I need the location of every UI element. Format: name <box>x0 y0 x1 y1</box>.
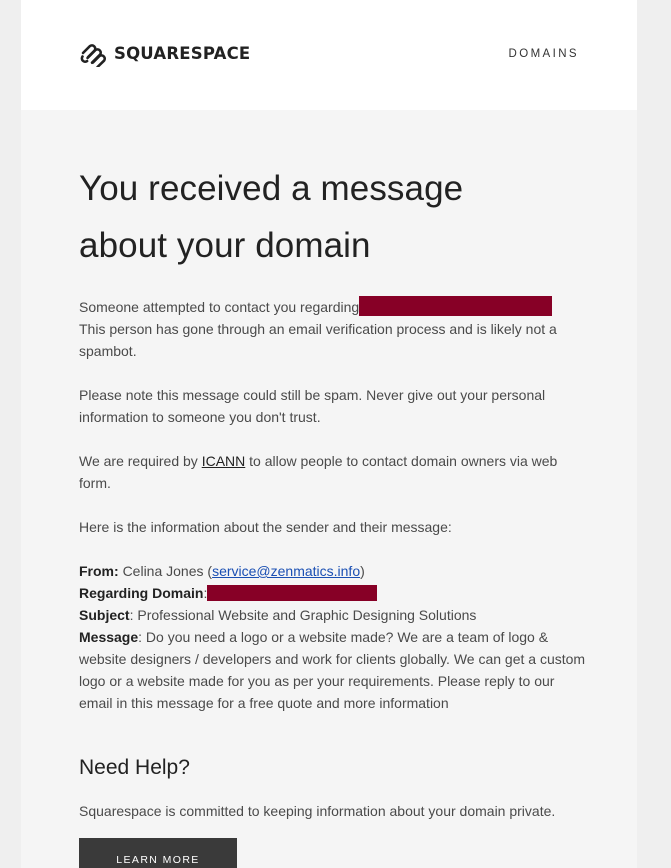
help-text: Squarespace is committed to keeping info… <box>79 803 556 819</box>
brand-name: SQUARESPACE <box>114 44 251 63</box>
learn-more-button[interactable]: LEARN MORE <box>79 838 237 868</box>
brand[interactable]: SQUARESPACE <box>79 41 250 67</box>
from-label: From: <box>79 563 119 579</box>
email-body: You received a message about your domain… <box>79 160 589 868</box>
regarding-label: Regarding Domain <box>79 585 204 601</box>
from-name: Celina Jones <box>122 563 204 579</box>
domains-link[interactable]: DOMAINS <box>509 47 579 61</box>
message-row: Message: Do you need a logo or a website… <box>79 626 589 714</box>
regarding-row: Regarding Domain: <box>79 582 589 604</box>
icann-link[interactable]: ICANN <box>202 453 246 469</box>
intro-suffix: This person has gone through an email ve… <box>79 321 557 359</box>
sender-intro: Here is the information about the sender… <box>79 519 452 535</box>
from-row: From: Celina Jones (service@zenmatics.in… <box>79 563 365 579</box>
subject-label: Subject <box>79 607 130 623</box>
help-heading: Need Help? <box>79 756 190 779</box>
redacted-domain <box>359 296 553 316</box>
message-value: : Do you need a logo or a website made? … <box>79 629 586 711</box>
icann-prefix: We are required by <box>79 453 198 469</box>
page-title: You received a message about your domain <box>79 169 464 265</box>
subject-row: Subject: Professional Website and Graphi… <box>79 604 589 626</box>
email-header: SQUARESPACE DOMAINS <box>21 0 637 110</box>
intro-paragraph: Someone attempted to contact you regardi… <box>79 296 589 362</box>
icann-paragraph: We are required by ICANN to allow people… <box>79 450 589 494</box>
email-container: SQUARESPACE DOMAINS You received a messa… <box>21 0 637 868</box>
message-label: Message <box>79 629 139 645</box>
sender-email-link[interactable]: service@zenmatics.info <box>212 563 360 579</box>
redacted-regarding-domain <box>207 585 378 601</box>
subject-value: : Professional Website and Graphic Desig… <box>129 607 477 623</box>
sender-details: From: Celina Jones (service@zenmatics.in… <box>79 560 589 714</box>
spam-note: Please note this message could still be … <box>79 387 546 425</box>
intro-prefix: Someone attempted to contact you regardi… <box>79 299 360 315</box>
squarespace-logo-icon <box>80 43 106 67</box>
